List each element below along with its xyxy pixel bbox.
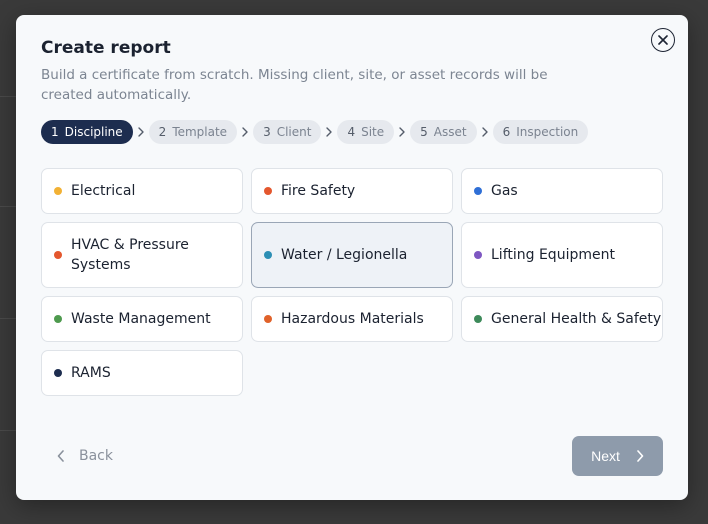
discipline-label: Gas (491, 183, 518, 199)
step-number: 6 (502, 125, 511, 139)
chevron-right-icon (237, 127, 253, 137)
chevron-left-icon (57, 450, 64, 462)
step-label: Discipline (64, 125, 123, 139)
discipline-color-dot (474, 187, 482, 195)
step-number: 5 (420, 125, 428, 139)
discipline-card[interactable]: HVAC & Pressure Systems (41, 222, 243, 288)
discipline-card[interactable]: RAMS (41, 350, 243, 396)
close-button[interactable] (651, 28, 675, 52)
step-label: Site (361, 125, 385, 139)
chevron-right-icon (394, 127, 410, 137)
discipline-card[interactable]: Lifting Equipment (461, 222, 663, 288)
step-number: 1 (51, 125, 59, 139)
discipline-color-dot (54, 187, 62, 195)
discipline-card[interactable]: General Health & Safety (461, 296, 663, 342)
step-discipline[interactable]: 1 Discipline (41, 120, 133, 144)
chevron-right-icon (321, 127, 337, 137)
discipline-card[interactable]: Water / Legionella (251, 222, 453, 288)
step-label: Asset (433, 125, 467, 139)
discipline-card[interactable]: Fire Safety (251, 168, 453, 214)
step-number: 2 (158, 125, 167, 139)
next-label: Next (591, 448, 620, 464)
discipline-color-dot (264, 187, 272, 195)
step-site[interactable]: 4 Site (337, 120, 395, 144)
discipline-label: HVAC & Pressure Systems (71, 237, 189, 273)
discipline-label: Waste Management (71, 311, 211, 327)
discipline-color-dot (264, 315, 272, 323)
step-inspection[interactable]: 6 Inspection (492, 120, 589, 144)
dialog-title: Create report (41, 38, 171, 58)
discipline-color-dot (54, 251, 62, 259)
discipline-color-dot (264, 251, 272, 259)
discipline-color-dot (474, 315, 482, 323)
discipline-card[interactable]: Waste Management (41, 296, 243, 342)
discipline-label: Electrical (71, 183, 136, 199)
close-icon (658, 35, 668, 45)
step-label: Inspection (516, 125, 579, 139)
create-report-dialog: Create report Build a certificate from s… (16, 15, 688, 500)
discipline-label: Hazardous Materials (281, 311, 424, 327)
stepper: 1 Discipline 2 Template 3 Client 4 Site 5 Asset 6 I… (41, 120, 589, 144)
dialog-subtitle: Build a certificate from scratch. Missin… (41, 67, 548, 103)
discipline-card[interactable]: Hazardous Materials (251, 296, 453, 342)
discipline-label: RAMS (71, 365, 111, 381)
discipline-card[interactable]: Gas (461, 168, 663, 214)
step-label: Client (276, 125, 312, 139)
step-asset[interactable]: 5 Asset (410, 120, 477, 144)
discipline-label: Fire Safety (281, 183, 356, 199)
step-number: 3 (263, 125, 271, 139)
discipline-color-dot (54, 315, 62, 323)
discipline-label: Lifting Equipment (491, 247, 615, 263)
back-label: Back (79, 448, 113, 464)
chevron-right-icon (637, 450, 644, 462)
step-client[interactable]: 3 Client (253, 120, 322, 144)
step-label: Template (172, 125, 228, 139)
back-button[interactable]: Back (57, 446, 113, 466)
discipline-color-dot (474, 251, 482, 259)
chevron-right-icon (477, 127, 493, 137)
step-template[interactable]: 2 Template (148, 120, 238, 144)
next-button[interactable]: Next (572, 436, 663, 476)
chevron-right-icon (133, 127, 149, 137)
discipline-color-dot (54, 369, 62, 377)
discipline-label: Water / Legionella (281, 247, 408, 263)
discipline-card[interactable]: Electrical (41, 168, 243, 214)
step-number: 4 (347, 125, 356, 139)
discipline-label: General Health & Safety (491, 311, 662, 327)
